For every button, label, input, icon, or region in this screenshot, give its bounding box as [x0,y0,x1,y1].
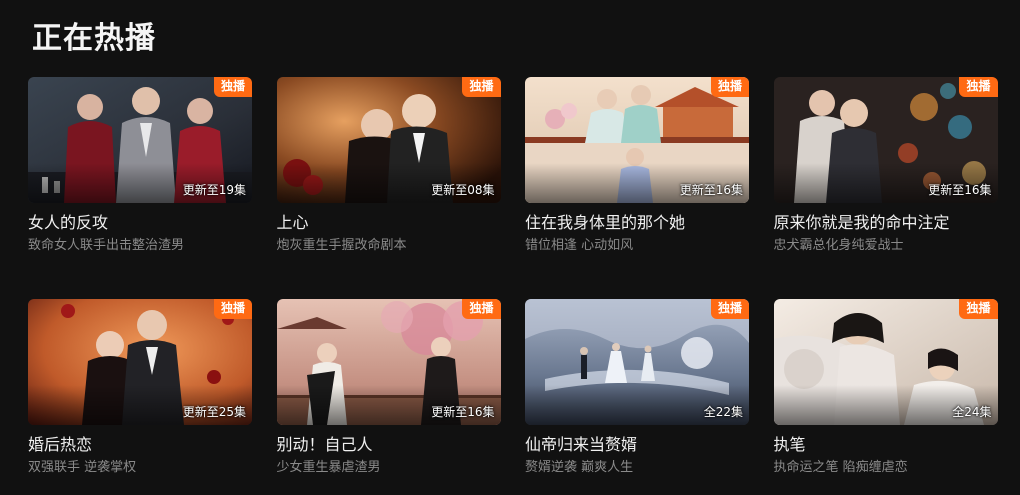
card-title[interactable]: 执笔 [774,434,998,456]
drama-card[interactable]: 独播 更新至19集 女人的反攻 致命女人联手出击整治渣男 [28,77,252,277]
card-subtitle: 执命运之笔 陷痴缠虐恋 [773,460,908,475]
drama-card[interactable]: 独播 更新至25集 婚后热恋 双强联手 逆袭掌权 [28,299,252,495]
exclusive-badge: 独播 [710,77,749,97]
drama-card[interactable]: 独播 更新至16集 住在我身体里的那个她 错位相逢 心动如风 [525,77,749,277]
card-title[interactable]: 别动！自己人 [277,434,501,456]
card-title[interactable]: 上心 [277,212,501,234]
episode-count: 更新至08集 [431,183,495,197]
page: 正在热播 独播 更新至19集 女人的反攻 致命女人联手出击整治渣男 独播 更新至… [0,0,1020,495]
episode-count: 全22集 [703,405,743,419]
card-subtitle: 忠犬霸总化身纯爱战士 [773,238,904,253]
card-title[interactable]: 住在我身体里的那个她 [525,212,749,234]
section-title: 正在热播 [32,21,156,56]
episode-count: 更新至16集 [679,183,743,197]
drama-grid: 独播 更新至19集 女人的反攻 致命女人联手出击整治渣男 独播 更新至08集 上… [28,77,998,495]
card-subtitle: 错位相逢 心动如风 [525,238,634,253]
drama-card[interactable]: 独播 全24集 执笔 执命运之笔 陷痴缠虐恋 [773,299,998,495]
episode-count: 更新至25集 [182,405,246,419]
card-title[interactable]: 女人的反攻 [28,212,252,234]
poster-image[interactable]: 独播 更新至08集 [276,77,501,203]
poster-image[interactable]: 独播 更新至19集 [28,77,252,203]
drama-card[interactable]: 独播 更新至08集 上心 炮灰重生手握改命剧本 [276,77,501,277]
poster-image[interactable]: 独播 更新至16集 [773,77,998,203]
exclusive-badge: 独播 [710,299,749,319]
drama-card[interactable]: 独播 更新至16集 原来你就是我的命中注定 忠犬霸总化身纯爱战士 [773,77,998,277]
poster-image[interactable]: 独播 更新至16集 [525,77,749,203]
card-subtitle: 致命女人联手出击整治渣男 [28,238,185,253]
poster-image[interactable]: 独播 更新至25集 [28,299,252,425]
card-subtitle: 双强联手 逆袭掌权 [28,460,137,475]
card-title[interactable]: 原来你就是我的命中注定 [774,212,998,234]
card-title[interactable]: 仙帝归来当赘婿 [525,434,749,456]
episode-count: 更新至16集 [928,183,992,197]
drama-card[interactable]: 独播 全22集 仙帝归来当赘婿 赘婿逆袭 巅爽人生 [525,299,749,495]
poster-image[interactable]: 独播 全22集 [525,299,749,425]
poster-image[interactable]: 独播 更新至16集 [276,299,501,425]
exclusive-badge: 独播 [959,299,998,319]
exclusive-badge: 独播 [213,77,252,97]
drama-card[interactable]: 独播 更新至16集 别动！自己人 少女重生暴虐渣男 [276,299,501,495]
card-subtitle: 炮灰重生手握改命剧本 [276,238,407,253]
episode-count: 全24集 [952,405,992,419]
card-subtitle: 赘婿逆袭 巅爽人生 [525,460,634,475]
exclusive-badge: 独播 [462,299,501,319]
card-subtitle: 少女重生暴虐渣男 [276,460,381,475]
exclusive-badge: 独播 [959,77,998,97]
exclusive-badge: 独播 [462,77,501,97]
poster-image[interactable]: 独播 全24集 [773,299,998,425]
card-title[interactable]: 婚后热恋 [28,434,252,456]
episode-count: 更新至19集 [182,183,246,197]
exclusive-badge: 独播 [213,299,252,319]
episode-count: 更新至16集 [431,405,495,419]
